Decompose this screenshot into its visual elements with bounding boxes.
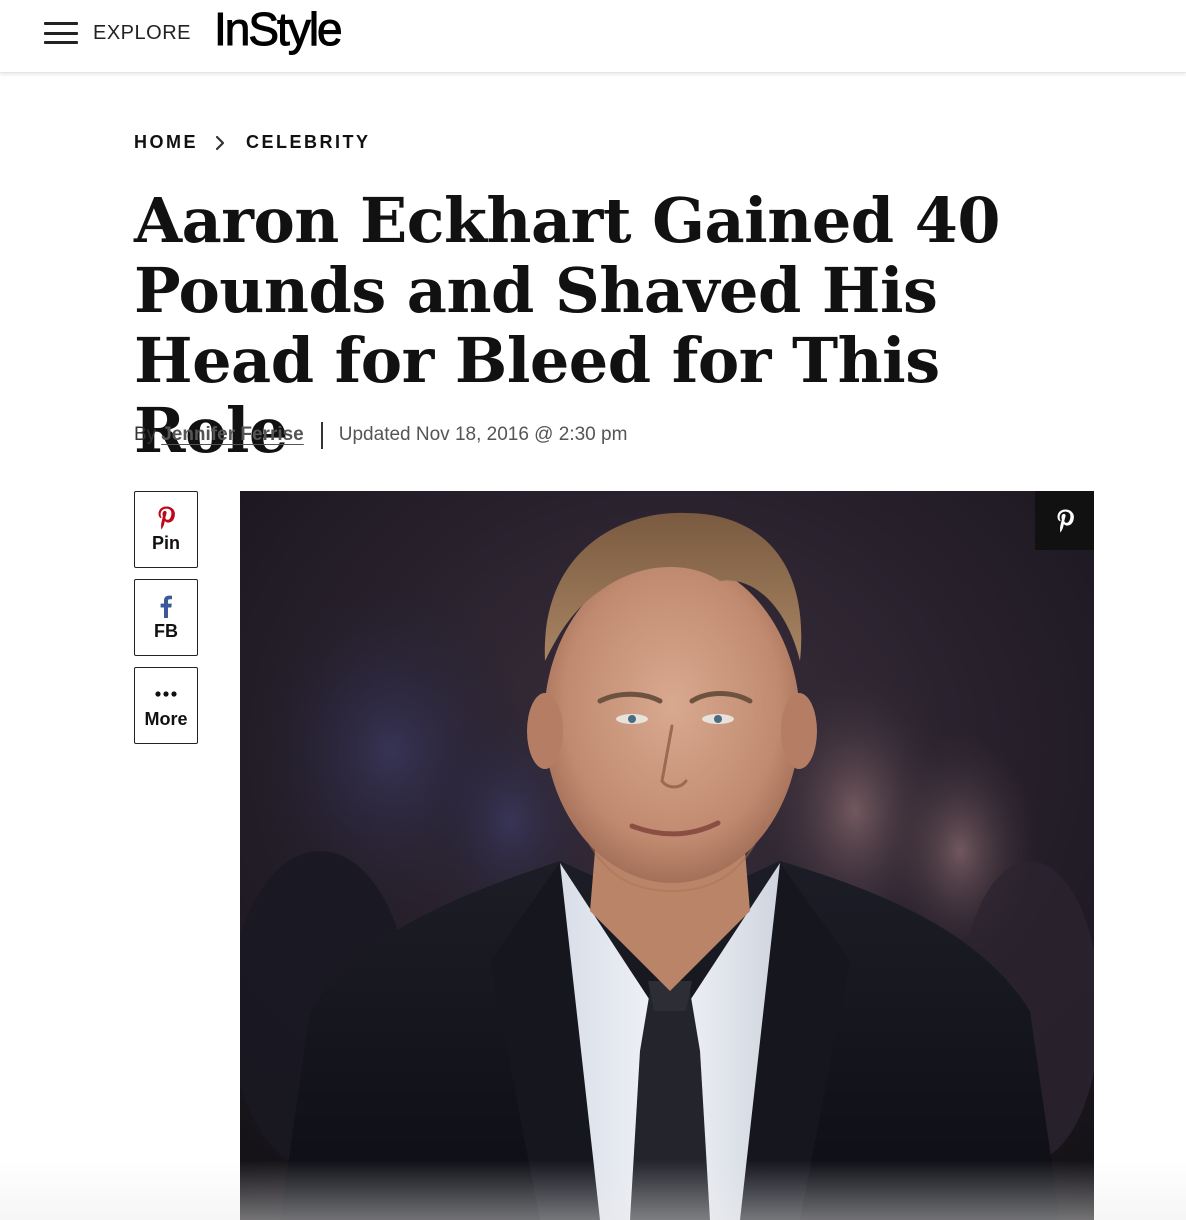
hamburger-icon (44, 21, 78, 45)
more-share-label: More (144, 709, 188, 729)
explore-label: EXPLORE (93, 21, 191, 44)
breadcrumb-home-link[interactable]: HOME (134, 132, 198, 153)
hero-image (240, 491, 1094, 1220)
article-byline: By Jennifer Ferrise Updated Nov 18, 2016… (134, 421, 627, 449)
image-pin-button[interactable] (1035, 491, 1094, 550)
explore-menu-button[interactable]: EXPLORE (44, 18, 191, 48)
author-link[interactable]: Jennifer Ferrise (161, 424, 304, 446)
breadcrumb: HOME CELEBRITY (134, 132, 371, 153)
chevron-right-icon (215, 135, 225, 150)
pin-share-label: Pin (151, 533, 180, 553)
byline-divider (320, 421, 323, 449)
pin-share-button[interactable]: Pin (134, 491, 198, 568)
pinterest-icon (156, 505, 176, 531)
breadcrumb-section-link[interactable]: CELEBRITY (246, 132, 371, 153)
facebook-icon (159, 593, 173, 619)
more-share-button[interactable]: More (134, 667, 198, 744)
facebook-share-button[interactable]: FB (134, 579, 198, 656)
pinterest-icon (1057, 509, 1074, 532)
top-nav-bar: EXPLORE InStyle (0, 0, 1186, 73)
updated-timestamp: Updated Nov 18, 2016 @ 2:30 pm (338, 424, 628, 445)
site-logo[interactable]: InStyle (214, 2, 344, 56)
portrait-photo (240, 491, 1094, 1220)
share-toolbar: Pin FB More (134, 491, 198, 755)
facebook-share-label: FB (154, 621, 178, 641)
byline-prefix: By (134, 424, 157, 445)
ellipsis-icon (153, 681, 179, 707)
